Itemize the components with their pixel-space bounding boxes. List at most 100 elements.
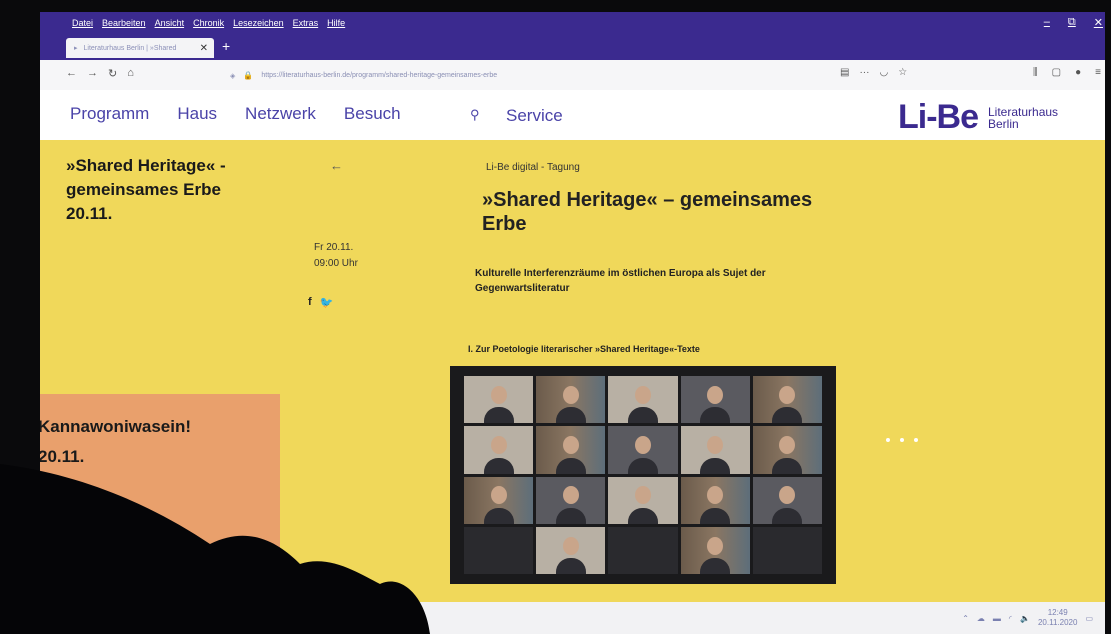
sidebar-icon[interactable]: ▢: [1052, 67, 1061, 78]
window-controls: – ⧉ ✕: [1044, 16, 1103, 29]
menu-lesezeichen[interactable]: Lesezeichen: [233, 18, 284, 28]
event-time: 09:00 Uhr: [314, 258, 358, 269]
facebook-icon[interactable]: f: [308, 296, 312, 309]
tab-title: Literaturhaus Berlin | »Shared: [83, 44, 177, 52]
section-heading: I. Zur Poetologie literarischer »Shared …: [468, 344, 700, 354]
next-event-date: 20.11.: [40, 447, 85, 466]
tray-date: 20.11.2020: [1037, 618, 1078, 627]
navigation-toolbar: ← → ↻ ⌂ ◈ 🔒 https://literaturhaus-berlin…: [40, 60, 1111, 91]
pocket-icon[interactable]: ◡: [879, 67, 888, 78]
browser-tab[interactable]: ▸ Literaturhaus Berlin | »Shared ✕: [66, 38, 214, 58]
event-subtitle: Kulturelle Interferenzräume im östlichen…: [475, 266, 855, 296]
participant-tile: [752, 426, 822, 474]
participant-tile: [680, 376, 750, 424]
system-tray: ⌃ ☁ ▬ ◜ 🔈 12:49 20.11.2020 ▭: [962, 608, 1093, 628]
event-title: »Shared Heritage« – gemeinsames Erbe: [482, 188, 862, 236]
tray-clock[interactable]: 12:49 20.11.2020: [1038, 608, 1077, 628]
video-conference-image: [450, 366, 836, 584]
tab-close-icon[interactable]: ✕: [200, 43, 208, 54]
monitor-bezel-right: [1105, 0, 1111, 634]
page-actions-icon[interactable]: ···: [859, 67, 869, 78]
event-subtitle-line-1: Kulturelle Interferenzräume im östlichen…: [475, 268, 766, 279]
tab-audio-icon: ▸: [74, 45, 78, 52]
url-bar[interactable]: ◈ 🔒 https://literaturhaus-berlin.de/prog…: [230, 66, 860, 85]
participant-tile: [536, 376, 606, 424]
event-date: Fr 20.11.: [314, 242, 354, 253]
lock-icon: 🔒: [243, 71, 254, 80]
home-icon[interactable]: ⌂: [127, 67, 134, 80]
participant-tile: [536, 426, 606, 474]
tray-wifi-icon[interactable]: ◜: [1009, 614, 1012, 623]
participant-tile: [608, 526, 678, 574]
logo-mark: Li-Be: [898, 98, 979, 136]
participant-tile: [464, 426, 534, 474]
participant-tile: [608, 476, 678, 524]
tray-volume-icon[interactable]: 🔈: [1020, 614, 1030, 623]
next-event-title: Kannawoniwasein!: [40, 417, 192, 436]
menu-hilfe[interactable]: Hilfe: [327, 18, 345, 28]
participant-tile: [536, 526, 606, 574]
shield-icon: ◈: [230, 72, 236, 80]
sidebar-current-date: 20.11.: [66, 204, 113, 223]
hamburger-menu-icon[interactable]: ≡: [1095, 67, 1101, 78]
search-icon[interactable]: ⚲: [470, 107, 480, 123]
forward-arrow-icon[interactable]: →: [87, 67, 98, 80]
site-logo[interactable]: Li-Be Literaturhaus Berlin: [898, 98, 1058, 137]
os-taskbar: ⌃ ☁ ▬ ◜ 🔈 12:49 20.11.2020 ▭: [40, 602, 1111, 634]
tray-network-icon[interactable]: ☁: [977, 614, 985, 623]
logo-text: Literaturhaus Berlin: [988, 106, 1058, 130]
site-header: Programm Haus Netzwerk Besuch ⚲ Service …: [40, 90, 1111, 140]
menu-bearbeiten[interactable]: Bearbeiten: [102, 18, 146, 28]
menu-datei[interactable]: Datei: [72, 18, 93, 28]
new-tab-icon[interactable]: +: [222, 38, 230, 54]
participant-tile: [464, 476, 534, 524]
monitor-screen: Datei Bearbeiten Ansicht Chronik Lesezei…: [40, 12, 1111, 634]
twitter-icon[interactable]: 🐦: [320, 296, 334, 309]
participant-tile: [680, 526, 750, 574]
event-kicker: Li-Be digital - Tagung: [486, 162, 580, 173]
close-icon[interactable]: ✕: [1094, 16, 1103, 29]
sidebar-current-title-line-1: »Shared Heritage« -: [66, 156, 226, 175]
bookmark-star-icon[interactable]: ☆: [898, 67, 907, 78]
participant-grid: [464, 376, 822, 574]
reader-view-icon[interactable]: ▤: [840, 67, 849, 78]
logo-text-line-2: Berlin: [988, 116, 1019, 131]
tray-chevron-icon[interactable]: ⌃: [962, 614, 969, 623]
notification-icon[interactable]: ▭: [1085, 614, 1093, 623]
menu-ansicht[interactable]: Ansicht: [155, 18, 185, 28]
event-title-line-2: Erbe: [482, 213, 527, 235]
nav-netzwerk[interactable]: Netzwerk: [245, 104, 316, 124]
carousel-dots[interactable]: [886, 438, 918, 442]
menu-chronik[interactable]: Chronik: [193, 18, 224, 28]
reload-icon[interactable]: ↻: [108, 67, 117, 80]
url-actions: ▤ ··· ◡ ☆: [840, 67, 907, 78]
back-arrow-icon[interactable]: ←: [66, 67, 77, 80]
library-icon[interactable]: ⫼: [1033, 67, 1038, 78]
restore-icon[interactable]: ⧉: [1068, 16, 1076, 29]
event-title-line-1: »Shared Heritage« – gemeinsames: [482, 189, 813, 211]
participant-tile: [680, 476, 750, 524]
sidebar-current-event[interactable]: »Shared Heritage« - gemeinsames Erbe 20.…: [66, 154, 226, 226]
participant-tile: [752, 376, 822, 424]
minimize-icon[interactable]: –: [1044, 16, 1050, 29]
menu-bar: Datei Bearbeiten Ansicht Chronik Lesezei…: [40, 12, 1111, 34]
participant-tile: [752, 476, 822, 524]
tray-battery-icon[interactable]: ▬: [993, 614, 1001, 623]
participant-tile: [608, 376, 678, 424]
participant-tile: [680, 426, 750, 474]
nav-haus[interactable]: Haus: [177, 104, 217, 124]
tray-time: 12:49: [1047, 608, 1068, 617]
participant-tile: [536, 476, 606, 524]
event-subtitle-line-2: Gegenwartsliteratur: [475, 283, 570, 294]
menu-extras[interactable]: Extras: [293, 18, 319, 28]
nav-service[interactable]: Service: [506, 106, 563, 126]
sidebar-current-title-line-2: gemeinsames Erbe: [66, 180, 221, 199]
account-icon[interactable]: ●: [1075, 67, 1081, 78]
event-datetime: Fr 20.11. 09:00 Uhr: [314, 240, 358, 272]
next-event-text[interactable]: Kannawoniwasein! 20.11.: [40, 412, 191, 472]
back-link-arrow[interactable]: ←: [330, 158, 343, 173]
toolbar-extensions: ⫼ ▢ ● ≡: [1033, 67, 1101, 78]
url-text: https://literaturhaus-berlin.de/programm…: [261, 72, 498, 79]
nav-besuch[interactable]: Besuch: [344, 104, 401, 124]
nav-programm[interactable]: Programm: [70, 104, 149, 124]
